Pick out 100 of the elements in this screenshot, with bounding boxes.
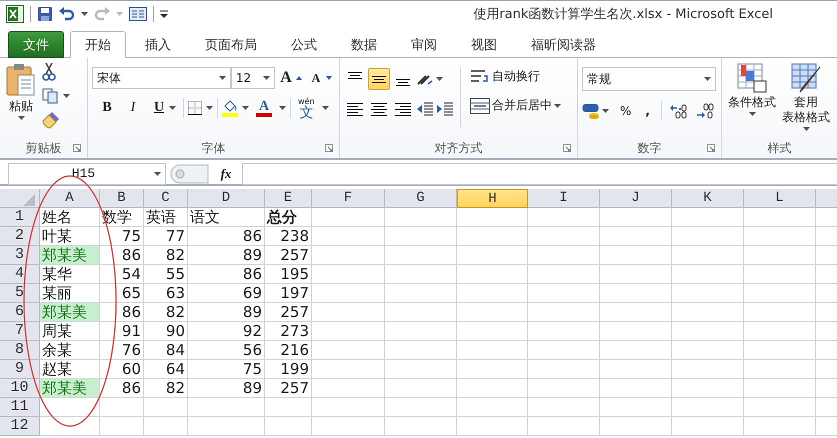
empty-cell bbox=[672, 284, 744, 303]
file-tab[interactable]: 文件 bbox=[8, 31, 64, 58]
increase-decimal-icon[interactable] bbox=[670, 103, 688, 119]
ribbon-tab[interactable]: 视图 bbox=[456, 31, 512, 58]
empty-cell bbox=[100, 398, 144, 417]
caret-icon[interactable] bbox=[322, 106, 329, 110]
percent-button[interactable]: % bbox=[617, 102, 634, 120]
row-header[interactable]: 7 bbox=[0, 322, 40, 341]
row-header[interactable]: 8 bbox=[0, 341, 40, 360]
column-header[interactable]: D bbox=[188, 189, 265, 208]
caret-icon[interactable] bbox=[81, 12, 88, 16]
row-header[interactable]: 5 bbox=[0, 284, 40, 303]
caret-icon[interactable] bbox=[218, 76, 226, 80]
customize-toolbar-icon[interactable] bbox=[160, 10, 168, 18]
currency-icon[interactable] bbox=[582, 103, 600, 119]
ribbon-tab[interactable]: 福昕阅读器 bbox=[516, 31, 611, 58]
column-header[interactable]: J bbox=[600, 189, 672, 208]
comma-button[interactable]: , bbox=[642, 102, 653, 120]
decrease-decimal-icon[interactable] bbox=[696, 103, 714, 119]
form-icon[interactable] bbox=[129, 7, 147, 21]
dialog-launcher-icon[interactable] bbox=[325, 144, 333, 152]
copy-icon[interactable] bbox=[42, 88, 58, 104]
increase-indent-icon[interactable] bbox=[436, 101, 454, 117]
caret-icon[interactable] bbox=[802, 127, 810, 131]
caret-icon[interactable] bbox=[748, 112, 756, 116]
group-label: 剪贴板 bbox=[26, 140, 62, 156]
row-header[interactable]: 1 bbox=[0, 208, 40, 227]
caret-icon[interactable] bbox=[554, 104, 561, 108]
arrow-up-icon bbox=[296, 76, 302, 80]
shrink-font-button[interactable]: A bbox=[305, 68, 335, 88]
scissors-icon[interactable] bbox=[42, 63, 56, 81]
column-header[interactable]: K bbox=[672, 189, 744, 208]
caret-icon[interactable] bbox=[263, 76, 270, 80]
caret-icon[interactable] bbox=[279, 106, 286, 110]
caret-icon[interactable] bbox=[206, 106, 213, 110]
dialog-launcher-icon[interactable] bbox=[707, 144, 715, 152]
row-header[interactable]: 3 bbox=[0, 246, 40, 265]
column-header[interactable]: E bbox=[265, 189, 312, 208]
column-header[interactable]: F bbox=[312, 189, 385, 208]
caret-icon[interactable] bbox=[154, 172, 161, 176]
empty-cell bbox=[457, 379, 528, 398]
decrease-indent-icon[interactable] bbox=[416, 101, 434, 117]
column-header[interactable]: B bbox=[100, 189, 144, 208]
borders-icon[interactable] bbox=[188, 101, 202, 115]
paintbrush-icon[interactable] bbox=[42, 111, 60, 129]
caret-icon[interactable] bbox=[602, 109, 609, 113]
row-header[interactable]: 11 bbox=[0, 398, 40, 417]
formula-input[interactable] bbox=[242, 162, 837, 184]
font-size-dropdown[interactable]: 12 bbox=[230, 67, 275, 89]
row-header[interactable]: 10 bbox=[0, 379, 40, 398]
column-header[interactable]: C bbox=[144, 189, 188, 208]
caret-icon[interactable] bbox=[436, 77, 443, 81]
row-header[interactable]: 6 bbox=[0, 303, 40, 322]
fill-color-icon[interactable] bbox=[222, 99, 238, 117]
name-box[interactable]: H15 bbox=[8, 162, 166, 184]
ribbon-tab[interactable]: 数据 bbox=[336, 31, 392, 58]
ribbon-tab[interactable]: 公式 bbox=[276, 31, 332, 58]
ribbon-tab[interactable]: 插入 bbox=[130, 31, 186, 58]
undo-icon[interactable] bbox=[59, 7, 75, 21]
italic-button[interactable]: I bbox=[122, 98, 144, 118]
caret-icon[interactable] bbox=[63, 94, 70, 98]
bold-button[interactable]: B bbox=[96, 98, 118, 118]
ribbon-tab[interactable]: 开始 bbox=[70, 31, 126, 58]
column-header[interactable]: I bbox=[528, 189, 600, 208]
empty-cell bbox=[528, 398, 600, 417]
row-header[interactable]: 4 bbox=[0, 265, 40, 284]
font-color-button[interactable]: A bbox=[253, 98, 275, 118]
paste-button[interactable]: 粘贴 bbox=[4, 61, 38, 138]
number-format-dropdown[interactable]: 常规 bbox=[582, 67, 716, 91]
underline-button[interactable]: U bbox=[148, 98, 179, 118]
row-header[interactable]: 12 bbox=[0, 417, 40, 436]
insert-function-button[interactable]: fx bbox=[214, 166, 238, 182]
style-gallery-button[interactable]: 条件格式 bbox=[726, 61, 778, 138]
caret-icon[interactable] bbox=[169, 106, 176, 110]
align-middle-button[interactable] bbox=[368, 68, 390, 90]
column-header[interactable]: A bbox=[40, 189, 100, 208]
style-gallery-button[interactable]: 套用 表格格式 bbox=[780, 61, 832, 138]
caret-icon[interactable] bbox=[18, 116, 24, 120]
merge-center-button[interactable]: 合并后居中 bbox=[467, 95, 564, 116]
expander-handle-icon[interactable] bbox=[170, 164, 210, 184]
empty-cell bbox=[744, 208, 816, 227]
column-header[interactable]: H bbox=[457, 189, 528, 208]
grow-font-button[interactable]: A bbox=[275, 67, 305, 89]
font-name-dropdown[interactable]: 宋体 bbox=[92, 67, 231, 89]
phonetic-guide-button[interactable]: wén 文 bbox=[295, 94, 318, 122]
empty-cell bbox=[385, 417, 457, 436]
dialog-launcher-icon[interactable] bbox=[73, 144, 81, 152]
ribbon-tab[interactable]: 页面布局 bbox=[190, 31, 272, 58]
ribbon-tab[interactable]: 审阅 bbox=[396, 31, 452, 58]
save-icon[interactable] bbox=[37, 6, 53, 22]
empty-cell bbox=[600, 265, 672, 284]
column-header[interactable]: G bbox=[385, 189, 457, 208]
row-header[interactable]: 9 bbox=[0, 360, 40, 379]
spreadsheet-logo-icon[interactable] bbox=[6, 5, 24, 23]
column-header[interactable]: L bbox=[744, 189, 816, 208]
caret-icon[interactable] bbox=[704, 77, 711, 81]
dialog-launcher-icon[interactable] bbox=[563, 144, 571, 152]
caret-icon[interactable] bbox=[242, 106, 249, 110]
row-header[interactable]: 2 bbox=[0, 227, 40, 246]
wrap-text-button[interactable]: 自动换行 bbox=[467, 66, 564, 87]
